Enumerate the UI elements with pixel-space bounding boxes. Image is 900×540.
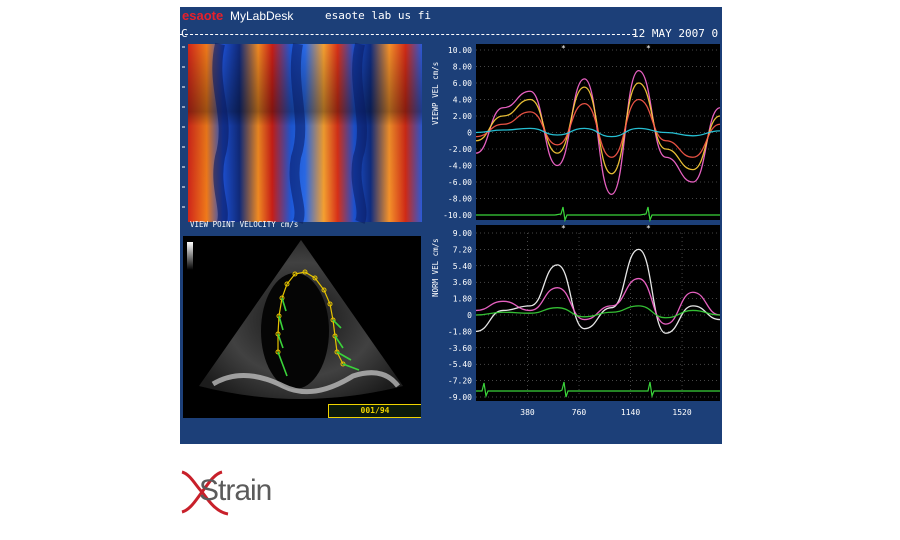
velocity-y-label: VIEWP VEL cm/s xyxy=(431,61,440,125)
velocity-y-tick: -4.00 xyxy=(448,162,472,171)
velocity-y-tick: -6.00 xyxy=(448,178,472,187)
norm-y-tick: 7.20 xyxy=(453,245,472,254)
velocity-y-tick: -10.00 xyxy=(443,211,472,220)
norm-y-tick: -1.80 xyxy=(448,327,472,336)
norm-y-tick: -7.20 xyxy=(448,377,472,386)
norm-y-label: NORM VEL cm/s xyxy=(431,238,440,297)
norm-y-tick: -9.00 xyxy=(448,393,472,402)
velocity-y-tick: -2.00 xyxy=(448,145,472,154)
app-screen: esaote MyLabDesk esaote lab us fi C 12 M… xyxy=(180,7,722,444)
norm-y-tick: 5.40 xyxy=(453,262,472,271)
norm-y-tick: 3.60 xyxy=(453,278,472,287)
velocity-y-tick: 0 xyxy=(467,129,472,138)
norm-y-tick: 9.00 xyxy=(453,229,472,238)
norm-marker-1: * xyxy=(561,224,566,233)
norm-x-tick: 760 xyxy=(572,408,587,417)
left-ruler xyxy=(182,46,185,208)
velocity-y-tick: 2.00 xyxy=(453,112,472,121)
norm-y-tick: 0 xyxy=(467,311,472,320)
velocity-heatmap xyxy=(188,42,422,224)
velocity-y-tick: 4.00 xyxy=(453,96,472,105)
velocity-y-tick: 8.00 xyxy=(453,63,472,72)
echo-sector xyxy=(199,240,403,399)
norm-y-tick: 1.80 xyxy=(453,295,472,304)
norm-marker-2: * xyxy=(646,224,651,233)
frame-counter: 001/94 xyxy=(328,404,421,418)
velocity-marker-1: * xyxy=(561,44,566,53)
velocity-marker-2: * xyxy=(646,44,651,53)
velocity-y-tick: 10.00 xyxy=(448,46,472,55)
norm-x-axis: 380 760 1140 1520 xyxy=(520,408,692,417)
norm-y-tick: -5.40 xyxy=(448,360,472,369)
heatmap-label: VIEW POINT VELOCITY cm/s xyxy=(190,220,299,229)
logo-text: Strain xyxy=(199,474,272,507)
norm-x-tick: 1520 xyxy=(672,408,691,417)
norm-y-tick: -3.60 xyxy=(448,344,472,353)
norm-x-tick: 1140 xyxy=(621,408,640,417)
velocity-y-tick: 6.00 xyxy=(453,79,472,88)
norm-x-tick: 380 xyxy=(520,408,535,417)
velocity-y-axis: 10.00 8.00 6.00 4.00 2.00 0 -2.00 -4.00 -6.00 -8.… xyxy=(443,46,472,220)
echo-image-panel: 001/94 xyxy=(183,236,421,418)
norm-y-axis: 9.00 7.20 5.40 3.60 1.80 0 -1.80 -3.60 -5.40 -7.2… xyxy=(448,229,472,402)
velocity-y-tick: -8.00 xyxy=(448,195,472,204)
